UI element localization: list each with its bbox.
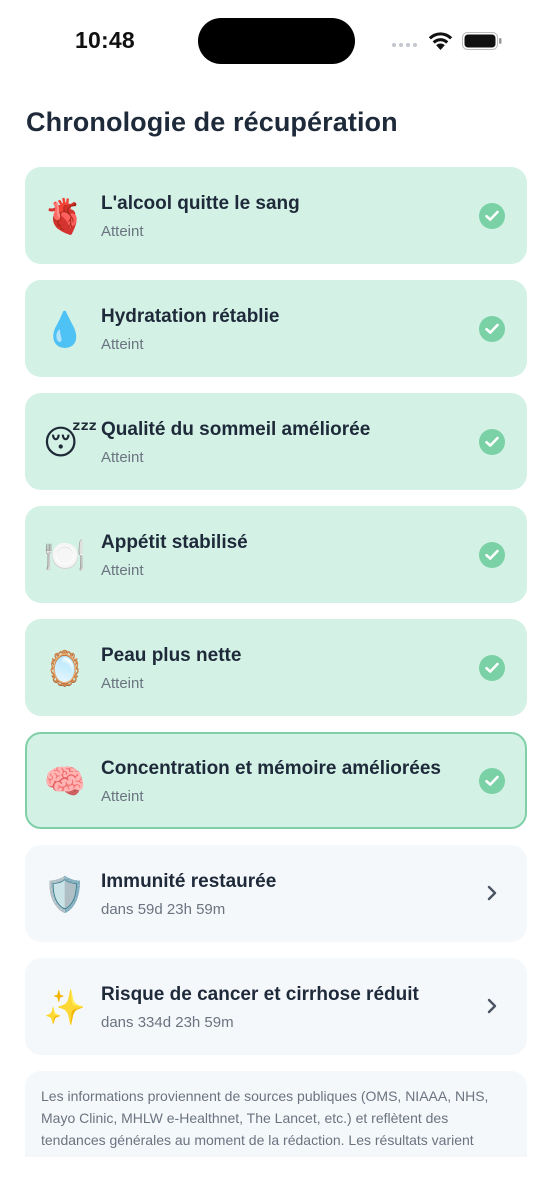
milestone-status: Atteint <box>101 223 144 240</box>
milestone-card-hydration[interactable]: 💧 Hydratation rétablie Atteint <box>25 280 527 377</box>
mirror-icon: 🪞 <box>43 649 87 689</box>
cellular-signal-icon <box>392 43 417 47</box>
milestone-card-sleep[interactable]: 😴 Qualité du sommeil améliorée Atteint <box>25 393 527 490</box>
dynamic-island <box>198 18 355 64</box>
check-circle-icon <box>479 429 505 455</box>
milestone-status: Atteint <box>101 788 144 805</box>
milestone-card-alcohol-leaves-blood[interactable]: 🫀 L'alcool quitte le sang Atteint <box>25 167 527 264</box>
scroll-clip <box>0 1157 552 1200</box>
milestone-status: Atteint <box>101 675 144 692</box>
shield-icon: 🛡️ <box>43 875 87 915</box>
wifi-icon <box>428 32 453 50</box>
milestone-card-cancer-risk[interactable]: ✨ Risque de cancer et cirrhose réduit da… <box>25 958 527 1055</box>
plate-cutlery-icon: 🍽️ <box>43 536 87 576</box>
sleeping-face-icon: 😴 <box>43 423 98 463</box>
milestone-title: L'alcool quitte le sang <box>101 193 300 214</box>
battery-icon <box>462 32 502 50</box>
milestone-countdown: dans 334d 23h 59m <box>101 1014 234 1031</box>
status-bar: 10:48 <box>0 0 552 80</box>
page-title: Chronologie de récupération <box>26 107 398 137</box>
milestone-card-appetite[interactable]: 🍽️ Appétit stabilisé Atteint <box>25 506 527 603</box>
milestone-title: Qualité du sommeil améliorée <box>101 419 371 440</box>
check-circle-icon <box>479 203 505 229</box>
chevron-right-icon <box>487 885 497 901</box>
milestone-card-immunity[interactable]: 🛡️ Immunité restaurée dans 59d 23h 59m <box>25 845 527 942</box>
milestone-countdown: dans 59d 23h 59m <box>101 901 226 918</box>
check-circle-icon <box>479 542 505 568</box>
milestone-status: Atteint <box>101 449 144 466</box>
status-time: 10:48 <box>75 27 135 53</box>
milestone-title: Peau plus nette <box>101 645 242 666</box>
chevron-right-icon <box>487 998 497 1014</box>
milestone-status: Atteint <box>101 562 144 579</box>
milestone-list: 🫀 L'alcool quitte le sang Atteint 💧 Hydr… <box>25 167 527 1071</box>
brain-icon: 🧠 <box>43 762 87 802</box>
milestone-title: Concentration et mémoire améliorées <box>101 758 441 779</box>
droplet-icon: 💧 <box>43 310 87 350</box>
milestone-title: Risque de cancer et cirrhose réduit <box>101 984 419 1005</box>
milestone-status: Atteint <box>101 336 144 353</box>
check-circle-icon <box>479 655 505 681</box>
milestone-card-concentration[interactable]: 🧠 Concentration et mémoire améliorées At… <box>25 732 527 829</box>
milestone-title: Hydratation rétablie <box>101 306 280 327</box>
sparkles-icon: ✨ <box>43 988 87 1028</box>
milestone-card-skin[interactable]: 🪞 Peau plus nette Atteint <box>25 619 527 716</box>
check-circle-icon <box>479 316 505 342</box>
milestone-title: Appétit stabilisé <box>101 532 248 553</box>
check-circle-icon <box>479 768 505 794</box>
milestone-title: Immunité restaurée <box>101 871 277 892</box>
anatomical-heart-icon: 🫀 <box>43 197 87 237</box>
